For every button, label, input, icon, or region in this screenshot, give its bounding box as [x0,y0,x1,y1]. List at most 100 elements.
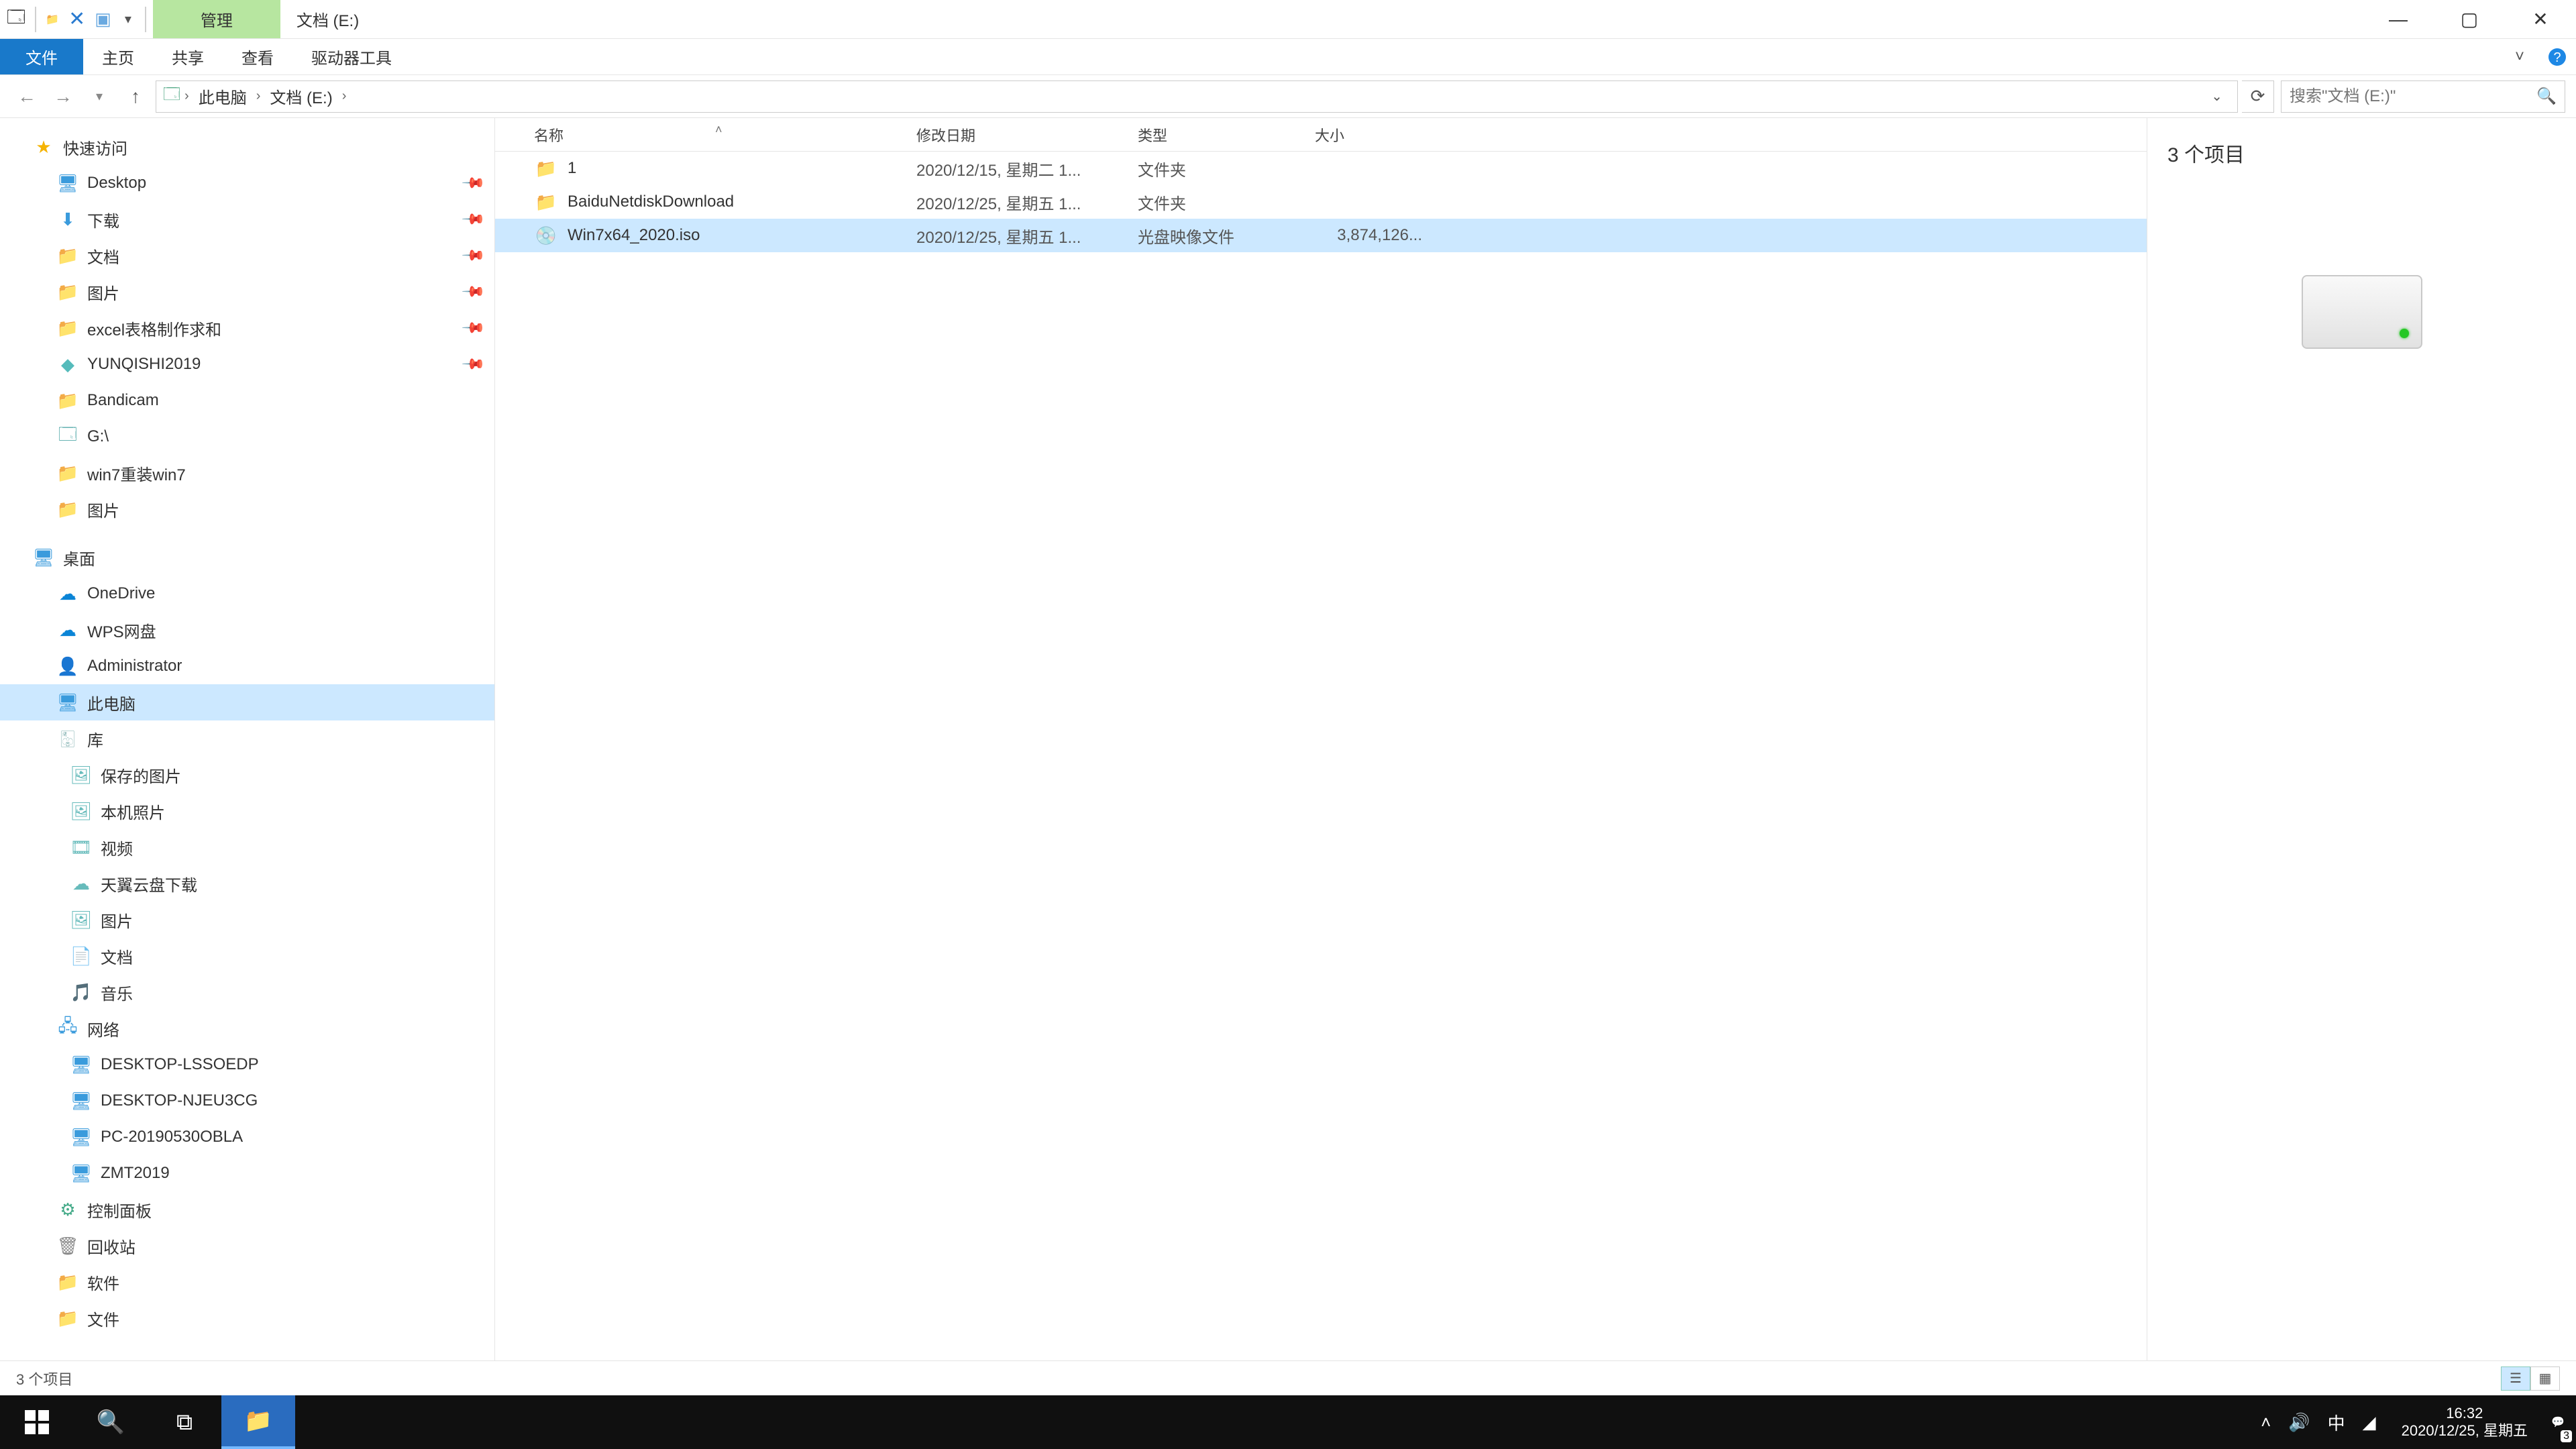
separator [35,7,36,32]
nav-downloads[interactable]: ⬇下载📌 [0,201,494,237]
search-field[interactable]: 🔍 [2281,80,2565,113]
nav-desktop-zh[interactable]: 🖥桌面 [0,539,494,576]
iso-icon: 💿 [534,223,558,248]
nav-win7[interactable]: 📁win7重装win7 [0,455,494,491]
nav-documents[interactable]: 📁文档📌 [0,237,494,274]
nav-network[interactable]: 🖧网络 [0,1010,494,1046]
nav-excel[interactable]: 📁excel表格制作求和📌 [0,310,494,346]
view-tab[interactable]: 查看 [223,39,292,74]
nav-desktop[interactable]: 🖥Desktop📌 [0,165,494,201]
nav-bandicam[interactable]: 📁Bandicam [0,382,494,419]
details-view-button[interactable]: ☰ [2501,1366,2530,1391]
nav-recycle[interactable]: 🗑回收站 [0,1228,494,1264]
system-tray: ˄ 🔊 中 ◢ [2247,1395,2390,1449]
nav-videos[interactable]: 🎞视频 [0,829,494,865]
nav-quick-access[interactable]: ★快速访问 [0,129,494,165]
chevron-right-icon[interactable]: › [184,89,189,104]
nav-pc1[interactable]: 🖥DESKTOP-LSSOEDP [0,1046,494,1083]
document-icon: 📄 [70,945,93,967]
navigation-pane: ★快速访问 🖥Desktop📌 ⬇下载📌 📁文档📌 📁图片📌 📁excel表格制… [0,118,495,1360]
nav-saved-pics[interactable]: 🖼保存的图片 [0,757,494,793]
breadcrumb-bar[interactable]: 🗔 › 此电脑 › 文档 (E:) › ⌄ [156,80,2238,113]
close-button[interactable]: ✕ [2505,0,2576,38]
chevron-right-icon[interactable]: › [342,89,347,104]
start-button[interactable] [0,1395,74,1449]
column-size[interactable]: 大小 [1315,124,1436,146]
breadcrumb-this-pc[interactable]: 此电脑 [193,85,252,108]
nav-software[interactable]: 📁软件 [0,1264,494,1300]
tiles-view-button[interactable]: ▦ [2530,1366,2560,1391]
nav-documents2[interactable]: 📄文档 [0,938,494,974]
refresh-button[interactable]: ⟳ [2242,80,2274,113]
details-pane: 3 个项目 [2147,118,2576,1360]
drive-tools-tab[interactable]: 驱动器工具 [292,39,411,74]
folder-icon: 📁 [56,317,79,339]
file-row[interactable]: 💿Win7x64_2020.iso2020/12/25, 星期五 1...光盘映… [495,219,2147,252]
ribbon-collapse-icon[interactable]: ˅ [2501,39,2538,74]
qat-properties-icon[interactable]: 📁 [46,13,59,26]
nav-camera-roll[interactable]: 🖼本机照片 [0,793,494,829]
file-row[interactable]: 📁12020/12/15, 星期二 1...文件夹 [495,152,2147,185]
tray-chevron-icon[interactable]: ˄ [2261,1412,2271,1433]
file-type: 文件夹 [1138,157,1315,180]
nav-this-pc[interactable]: 🖥此电脑 [0,684,494,720]
nav-tianyicloud[interactable]: ☁天翼云盘下载 [0,865,494,902]
forward-button[interactable]: → [47,80,79,113]
nav-yunqishi[interactable]: ◆YUNQISHI2019📌 [0,346,494,382]
qat-dropdown-icon[interactable]: ▾ [121,11,136,28]
nav-admin[interactable]: 👤Administrator [0,648,494,684]
file-tab[interactable]: 文件 [0,39,83,74]
nav-pictures3[interactable]: 🖼图片 [0,902,494,938]
file-row[interactable]: 📁BaiduNetdiskDownload2020/12/25, 星期五 1..… [495,185,2147,219]
help-button[interactable]: ? [2538,39,2576,74]
share-tab[interactable]: 共享 [153,39,223,74]
search-input[interactable] [2290,87,2528,106]
qat-new-folder-icon[interactable]: ▣ [95,9,111,30]
column-type[interactable]: 类型 [1138,124,1315,146]
nav-pictures2[interactable]: 📁图片 [0,491,494,527]
nav-pc2[interactable]: 🖥DESKTOP-NJEU3CG [0,1083,494,1119]
picture-icon: 🖼 [70,800,93,822]
search-button[interactable]: 🔍 [74,1395,148,1449]
nav-music[interactable]: 🎵音乐 [0,974,494,1010]
maximize-button[interactable]: ▢ [2434,0,2505,38]
notification-badge: 3 [2561,1430,2572,1442]
nav-pc3[interactable]: 🖥PC-20190530OBLA [0,1119,494,1155]
nav-wps[interactable]: ☁WPS网盘 [0,612,494,648]
nav-gdrive[interactable]: 🗔G:\ [0,419,494,455]
column-date[interactable]: 修改日期 [916,124,1138,146]
qat-delete-icon[interactable]: ✕ [68,7,85,31]
nav-onedrive[interactable]: ☁OneDrive [0,576,494,612]
chevron-right-icon[interactable]: › [256,89,261,104]
nav-library[interactable]: 🀣库 [0,720,494,757]
file-size: 3,874,126... [1315,226,1436,245]
nav-pictures[interactable]: 📁图片📌 [0,274,494,310]
nav-control-panel[interactable]: ⚙控制面板 [0,1191,494,1228]
tray-app-icon[interactable]: ◢ [2363,1412,2376,1433]
file-type: 文件夹 [1138,191,1315,214]
picture-icon: 🖼 [70,908,93,931]
home-tab[interactable]: 主页 [83,39,153,74]
pc-icon: 🖥 [70,1162,93,1185]
address-dropdown-icon[interactable]: ⌄ [2203,88,2231,105]
taskbar-clock[interactable]: 16:32 2020/12/25, 星期五 [2390,1395,2540,1449]
ime-indicator[interactable]: 中 [2328,1410,2345,1435]
nav-files[interactable]: 📁文件 [0,1300,494,1336]
up-button[interactable]: ↑ [119,80,152,113]
breadcrumb-drive[interactable]: 文档 (E:) [264,85,337,108]
search-icon[interactable]: 🔍 [2528,87,2557,106]
ribbon-context-tab[interactable]: 管理 [153,0,280,38]
pc-icon: 🖥 [56,691,79,714]
column-name[interactable]: 名称˄ [534,124,916,146]
action-center-button[interactable]: 💬 3 [2540,1395,2576,1449]
back-button[interactable]: ← [11,80,43,113]
minimize-button[interactable]: — [2363,0,2434,38]
volume-icon[interactable]: 🔊 [2288,1412,2310,1433]
file-type: 光盘映像文件 [1138,224,1315,248]
nav-pc4[interactable]: 🖥ZMT2019 [0,1155,494,1191]
explorer-taskbar-button[interactable]: 📁 [221,1395,295,1449]
history-dropdown-icon[interactable]: ▾ [83,80,115,113]
pc-icon: 🖥 [70,1126,93,1148]
windows-icon [25,1410,49,1434]
task-view-button[interactable]: ⧉ [148,1395,221,1449]
